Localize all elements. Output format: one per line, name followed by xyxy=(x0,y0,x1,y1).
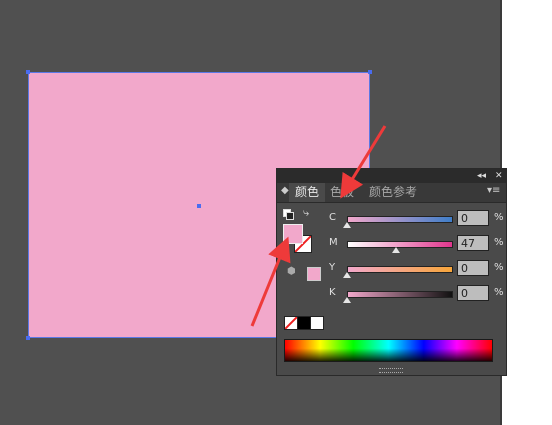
arrow-to-swatches-tab xyxy=(340,125,387,199)
annotation-arrows xyxy=(250,125,387,327)
arrow-to-fill-swatch xyxy=(250,236,291,327)
